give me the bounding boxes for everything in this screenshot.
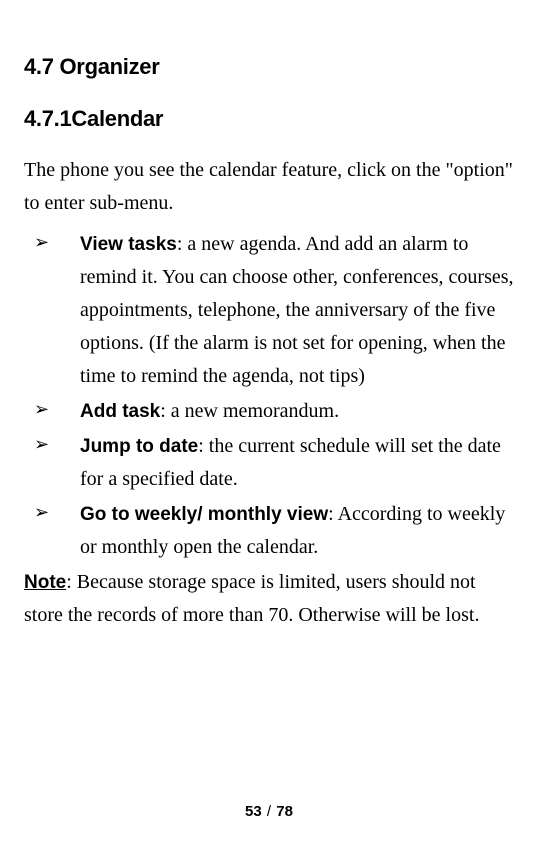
page-footer: 53 / 78 — [0, 803, 538, 820]
item-label: Add task — [80, 401, 160, 422]
item-label: Go to weekly/ monthly view — [80, 504, 328, 525]
bullet-icon: ➢ — [34, 395, 49, 425]
note-text: : Because storage space is limited, user… — [24, 571, 479, 626]
subsection-heading: 4.7.1Calendar — [24, 106, 514, 132]
note-label: Note — [24, 572, 66, 593]
bullet-icon: ➢ — [34, 228, 49, 258]
section-heading: 4.7 Organizer — [24, 54, 514, 80]
item-text: : a new memorandum. — [160, 400, 339, 422]
note-paragraph: Note: Because storage space is limited, … — [24, 566, 514, 632]
item-label: View tasks — [80, 234, 177, 255]
item-text: : a new agenda. And add an alarm to remi… — [80, 233, 514, 387]
page-total: 78 — [276, 803, 293, 820]
intro-paragraph: The phone you see the calendar feature, … — [24, 154, 514, 220]
list-item: ➢ Go to weekly/ monthly view: According … — [24, 498, 514, 564]
bullet-icon: ➢ — [34, 498, 49, 528]
list-item: ➢ Add task: a new memorandum. — [24, 395, 514, 428]
list-item: ➢ View tasks: a new agenda. And add an a… — [24, 228, 514, 393]
page-separator: / — [267, 803, 271, 820]
feature-list: ➢ View tasks: a new agenda. And add an a… — [24, 228, 514, 564]
page-current: 53 — [245, 803, 262, 820]
item-label: Jump to date — [80, 436, 198, 457]
list-item: ➢ Jump to date: the current schedule wil… — [24, 430, 514, 496]
bullet-icon: ➢ — [34, 430, 49, 460]
